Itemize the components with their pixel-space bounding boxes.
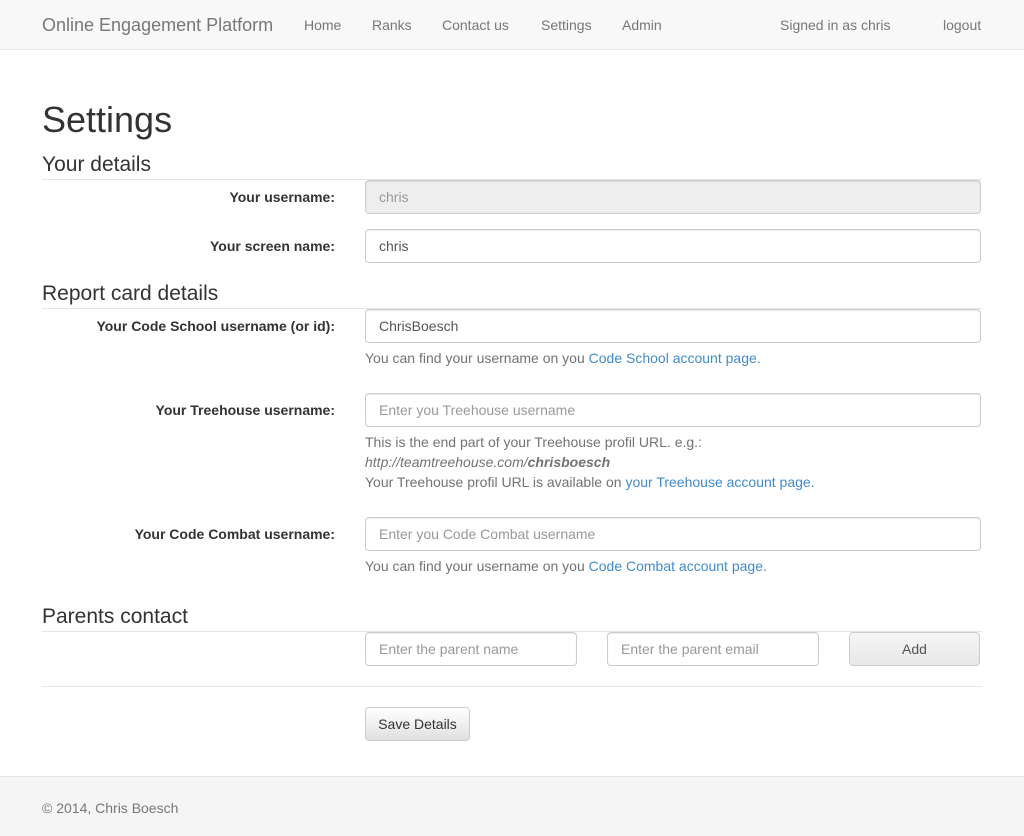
signed-in-status: Signed in as chris: [780, 17, 891, 33]
codecombat-field[interactable]: [365, 517, 981, 551]
save-details-button[interactable]: Save Details: [365, 707, 470, 741]
section-your-details: Your details: [42, 152, 982, 180]
codeschool-help: You can find your username on you Code S…: [365, 348, 761, 368]
form-divider: [42, 686, 982, 687]
codeschool-account-link[interactable]: Code School account page.: [589, 350, 761, 366]
treehouse-url-user: chrisboesch: [527, 454, 611, 470]
codeschool-label: Your Code School username (or id):: [96, 318, 335, 334]
section-report-card: Report card details: [42, 281, 982, 309]
treehouse-help-line1: This is the end part of your Treehouse p…: [365, 434, 702, 450]
nav-ranks[interactable]: Ranks: [372, 17, 412, 33]
screen-name-field[interactable]: [365, 229, 981, 263]
username-field: [365, 180, 981, 214]
section-parents-contact: Parents contact: [42, 604, 982, 632]
codecombat-help: You can find your username on you Code C…: [365, 556, 767, 576]
treehouse-url-base: http://teamtreehouse.com/: [365, 454, 528, 470]
parent-email-field[interactable]: [607, 632, 819, 666]
treehouse-help-line3: Your Treehouse profil URL is available o…: [365, 472, 815, 492]
nav-contact-us[interactable]: Contact us: [442, 17, 509, 33]
treehouse-help-url: http://teamtreehouse.com/chrisboesch: [365, 452, 815, 472]
nav-admin[interactable]: Admin: [622, 17, 662, 33]
nav-home[interactable]: Home: [304, 17, 341, 33]
screen-name-label: Your screen name:: [209, 238, 335, 254]
footer-copyright: © 2014, Chris Boesch: [42, 800, 179, 816]
footer: © 2014, Chris Boesch: [0, 776, 1024, 836]
nav-settings[interactable]: Settings: [541, 17, 592, 33]
treehouse-field[interactable]: [365, 393, 981, 427]
codecombat-help-text: You can find your username on you: [365, 558, 589, 574]
treehouse-account-link[interactable]: your Treehouse account page.: [625, 474, 814, 490]
navbar: Online Engagement Platform Home Ranks Co…: [0, 0, 1024, 50]
codeschool-field[interactable]: [365, 309, 981, 343]
username-label: Your username:: [229, 189, 335, 205]
page-title: Settings: [42, 99, 173, 140]
treehouse-label: Your Treehouse username:: [155, 402, 335, 418]
codecombat-label: Your Code Combat username:: [134, 526, 335, 542]
parent-name-field[interactable]: [365, 632, 577, 666]
codecombat-account-link[interactable]: Code Combat account page.: [589, 558, 767, 574]
codeschool-help-text: You can find your username on you: [365, 350, 589, 366]
logout-link[interactable]: logout: [943, 17, 981, 33]
add-parent-button[interactable]: Add: [849, 632, 980, 666]
brand-link[interactable]: Online Engagement Platform: [42, 15, 273, 35]
treehouse-help: This is the end part of your Treehouse p…: [365, 432, 815, 492]
treehouse-help-line3-text: Your Treehouse profil URL is available o…: [365, 474, 626, 490]
